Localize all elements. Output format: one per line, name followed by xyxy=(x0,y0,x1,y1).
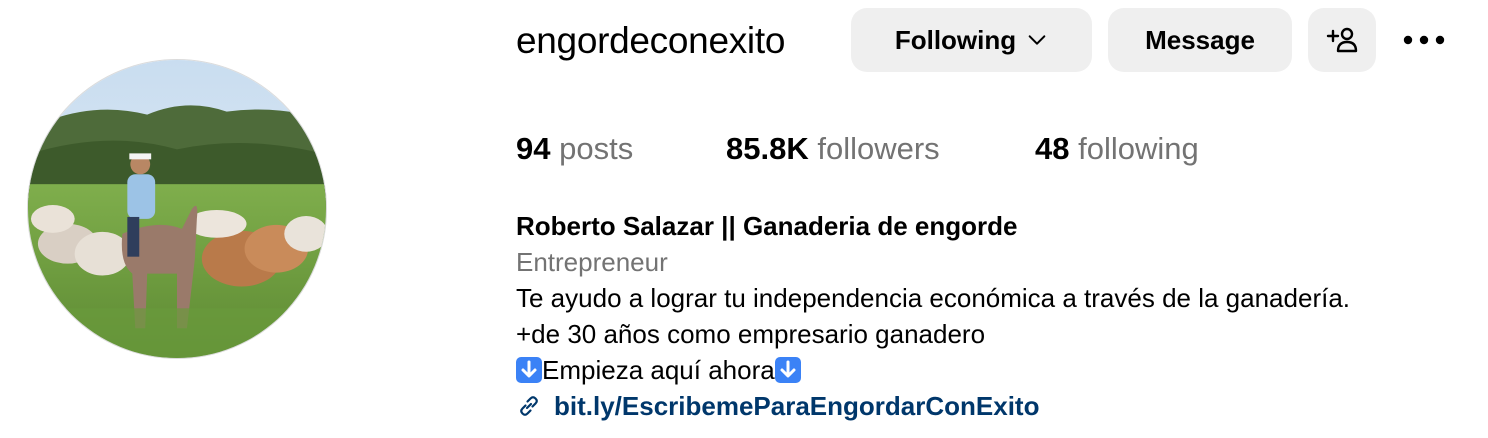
bio-line-1: Te ayudo a lograr tu independencia econó… xyxy=(516,283,1351,313)
bio-cta-text: Empieza aquí ahora xyxy=(542,355,775,385)
profile-avatar[interactable] xyxy=(27,59,327,359)
bio-link[interactable]: bit.ly/EscribemeParaEngordarConExito xyxy=(516,388,1466,424)
full-name: Roberto Salazar || Ganaderia de engorde xyxy=(516,211,1018,241)
message-button-label: Message xyxy=(1145,24,1255,55)
posts-stat: 94 posts xyxy=(516,128,633,170)
link-icon xyxy=(520,396,538,416)
profile-username: engordeconexito xyxy=(516,20,786,61)
profile-header: engordeconexito Following Message 94 pos… xyxy=(0,0,1488,438)
followers-label: followers xyxy=(817,131,940,166)
down-arrow-emoji-icon xyxy=(516,357,542,383)
add-user-button[interactable] xyxy=(1308,8,1376,72)
avatar-photo xyxy=(28,60,326,358)
more-options-button[interactable] xyxy=(1398,24,1450,56)
bio-line-2: +de 30 años como empresario ganadero xyxy=(516,319,986,349)
message-button[interactable]: Message xyxy=(1108,8,1292,72)
followers-link[interactable]: 85.8K followers xyxy=(726,128,940,170)
category-label: Entrepreneur xyxy=(516,247,668,277)
add-person-icon xyxy=(1326,27,1358,53)
posts-count: 94 xyxy=(516,131,551,166)
chevron-down-icon xyxy=(1028,35,1046,45)
profile-stats: 94 posts 85.8K followers 48 following xyxy=(516,128,1456,170)
more-options-icon xyxy=(1403,35,1445,45)
followers-count: 85.8K xyxy=(726,131,809,166)
following-button[interactable]: Following xyxy=(851,8,1092,72)
posts-label: posts xyxy=(559,131,634,166)
following-link[interactable]: 48 following xyxy=(1035,128,1199,170)
down-arrow-emoji-icon xyxy=(774,357,801,383)
following-button-label: Following xyxy=(894,24,1017,55)
bio-link-text[interactable]: bit.ly/EscribemeParaEngordarConExito xyxy=(554,388,1039,424)
profile-bio: Roberto Salazar || Ganaderia de engorde … xyxy=(516,208,1466,424)
following-label: following xyxy=(1078,131,1199,166)
bio-line-3: Empieza aquí ahora xyxy=(516,352,1466,388)
following-count: 48 xyxy=(1035,131,1070,166)
